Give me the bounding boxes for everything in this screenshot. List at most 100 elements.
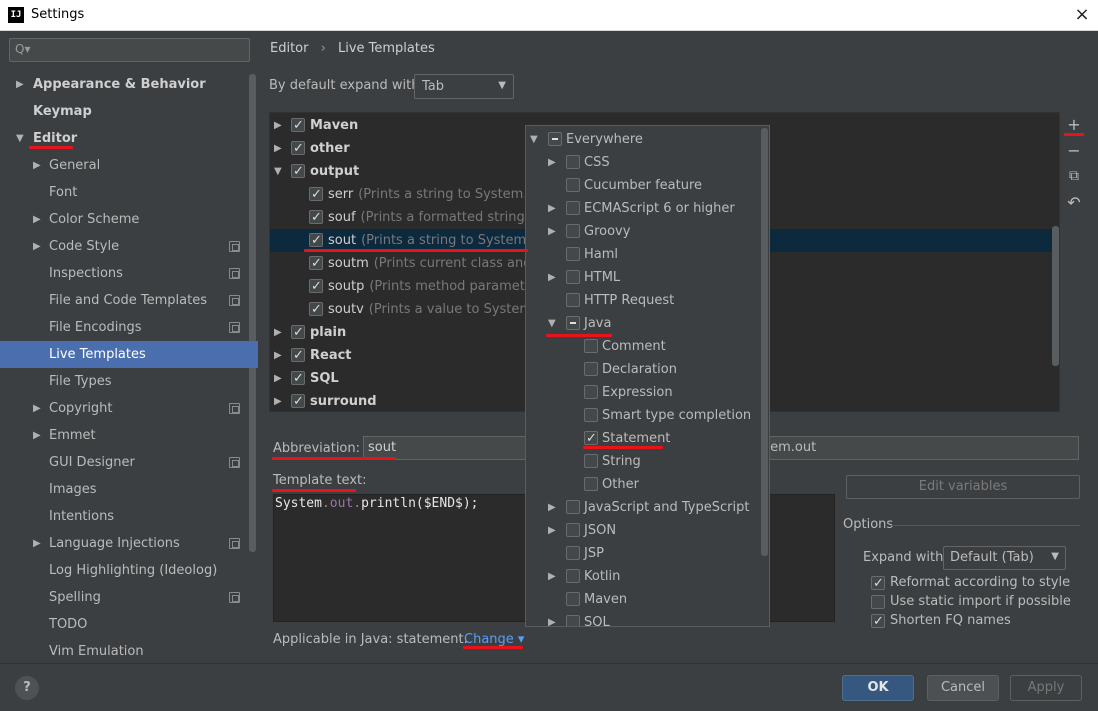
sidebar-item[interactable]: Spelling [0,584,258,611]
chevron-right-icon[interactable]: ▶ [548,220,556,243]
context-checkbox[interactable] [584,454,598,468]
group-checkbox[interactable] [291,137,305,160]
context-checkbox[interactable] [566,523,580,537]
context-checkbox[interactable] [566,569,580,583]
sidebar-item[interactable]: Log Highlighting (Ideolog) [0,557,258,584]
template-checkbox[interactable] [309,183,323,206]
option-checkbox[interactable] [871,610,885,633]
context-item[interactable]: ▶ JSON [526,519,761,542]
chevron-right-icon[interactable]: ▶ [274,367,282,390]
chevron-down-icon[interactable]: ▼ [16,125,24,152]
context-item[interactable]: Haml [526,243,761,266]
context-item[interactable]: ▼ Java [526,312,761,335]
chevron-right-icon[interactable]: ▶ [274,390,282,411]
context-item[interactable]: ▶ ECMAScript 6 or higher [526,197,761,220]
context-item[interactable]: Expression [526,381,761,404]
group-checkbox[interactable] [291,390,305,411]
group-checkbox[interactable] [291,321,305,344]
context-checkbox[interactable] [566,270,580,284]
chevron-right-icon[interactable]: ▶ [548,151,556,174]
sidebar-item[interactable]: Live Templates [0,341,258,368]
chevron-right-icon[interactable]: ▶ [33,152,41,179]
restore-defaults-icon[interactable]: ↶ [1066,195,1082,211]
context-checkbox[interactable] [566,155,580,169]
chevron-right-icon[interactable]: ▶ [33,395,41,422]
chevron-right-icon[interactable]: ▶ [274,344,282,367]
chevron-right-icon[interactable]: ▶ [33,233,41,260]
sidebar-item[interactable]: ▼ Editor [0,125,258,152]
cancel-button[interactable]: Cancel [927,675,999,701]
sidebar-item[interactable]: Font [0,179,258,206]
sidebar-item[interactable]: Images [0,476,258,503]
sidebar-item[interactable]: ▶ Copyright [0,395,258,422]
remove-template-icon[interactable]: − [1066,143,1082,159]
sidebar-item[interactable]: Vim Emulation [0,638,258,665]
group-checkbox[interactable] [291,367,305,390]
group-checkbox[interactable] [291,344,305,367]
context-checkbox[interactable] [584,427,598,450]
options-expand-with-select[interactable]: Default (Tab) ▼ [943,546,1066,570]
context-checkbox[interactable] [566,615,580,626]
context-item[interactable]: Smart type completion [526,404,761,427]
breadcrumb-editor[interactable]: Editor [270,41,308,56]
context-popup-scrollbar[interactable] [761,128,768,556]
default-expand-select[interactable]: Tab ▼ [414,74,514,99]
context-checkbox[interactable] [566,500,580,514]
context-item[interactable]: ▼ Everywhere [526,128,761,151]
context-checkbox[interactable] [566,316,580,330]
chevron-right-icon[interactable]: ▶ [274,114,282,137]
context-item[interactable]: ▶ SQL [526,611,761,626]
context-checkbox[interactable] [584,408,598,422]
context-item[interactable]: JSP [526,542,761,565]
apply-button[interactable]: Apply [1010,675,1082,701]
copy-template-icon[interactable]: ⧉ [1066,168,1082,184]
group-checkbox[interactable] [291,114,305,137]
sidebar-item[interactable]: GUI Designer [0,449,258,476]
sidebar-item[interactable]: ▶ Code Style [0,233,258,260]
chevron-right-icon[interactable]: ▶ [548,496,556,519]
settings-search-input[interactable]: Q▾ [9,38,250,62]
chevron-right-icon[interactable]: ▶ [548,611,556,626]
close-icon[interactable]: × [1069,3,1095,27]
context-checkbox[interactable] [584,339,598,353]
context-item[interactable]: HTTP Request [526,289,761,312]
context-checkbox[interactable] [548,132,562,146]
context-checkbox[interactable] [584,362,598,376]
sidebar-item[interactable]: File and Code Templates [0,287,258,314]
edit-variables-button[interactable]: Edit variables [846,475,1080,499]
sidebar-item[interactable]: TODO [0,611,258,638]
context-item[interactable]: Comment [526,335,761,358]
template-checkbox[interactable] [309,298,323,321]
chevron-right-icon[interactable]: ▶ [33,206,41,233]
chevron-down-icon[interactable]: ▼ [274,160,282,183]
context-checkbox[interactable] [566,224,580,238]
context-checkbox[interactable] [566,293,580,307]
context-item[interactable]: Other [526,473,761,496]
sidebar-item[interactable]: ▶ Emmet [0,422,258,449]
chevron-right-icon[interactable]: ▶ [548,519,556,542]
sidebar-item[interactable]: File Encodings [0,314,258,341]
ok-button[interactable]: OK [842,675,914,701]
add-template-icon[interactable]: + [1066,117,1082,133]
chevron-right-icon[interactable]: ▶ [548,565,556,588]
chevron-down-icon[interactable]: ▼ [548,312,556,335]
sidebar-item[interactable]: Inspections [0,260,258,287]
context-checkbox[interactable] [566,592,580,606]
chevron-right-icon[interactable]: ▶ [33,530,41,557]
context-item[interactable]: String [526,450,761,473]
context-item[interactable]: ▶ CSS [526,151,761,174]
sidebar-item[interactable]: ▶ Appearance & Behavior [0,71,258,98]
group-checkbox[interactable] [291,160,305,183]
chevron-right-icon[interactable]: ▶ [274,137,282,160]
template-checkbox[interactable] [309,252,323,275]
context-item[interactable]: ▶ JavaScript and TypeScript [526,496,761,519]
sidebar-item[interactable]: ▶ General [0,152,258,179]
chevron-right-icon[interactable]: ▶ [548,197,556,220]
context-checkbox[interactable] [566,546,580,560]
option-checkbox[interactable] [871,572,885,595]
chevron-right-icon[interactable]: ▶ [33,422,41,449]
context-item[interactable]: ▶ Groovy [526,220,761,243]
chevron-right-icon[interactable]: ▶ [548,266,556,289]
sidebar-item[interactable]: File Types [0,368,258,395]
chevron-down-icon[interactable]: ▼ [530,128,538,151]
